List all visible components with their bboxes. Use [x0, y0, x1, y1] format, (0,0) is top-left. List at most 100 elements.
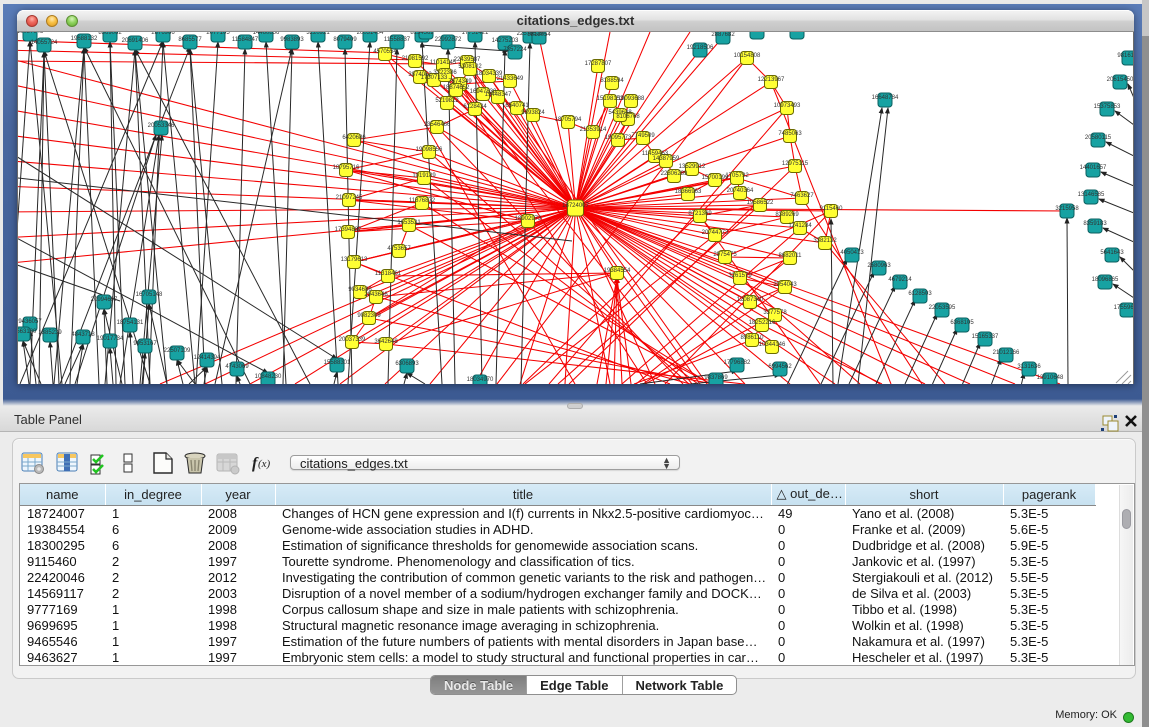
svg-text:(x): (x) — [258, 458, 271, 470]
svg-text:1653531: 1653531 — [397, 220, 421, 226]
svg-text:19218506: 19218506 — [687, 45, 714, 51]
svg-text:20740364: 20740364 — [727, 188, 754, 194]
svg-text:20691406: 20691406 — [122, 38, 149, 44]
svg-text:18366963: 18366963 — [675, 189, 702, 195]
svg-text:19085076: 19085076 — [784, 32, 811, 33]
svg-text:20744773: 20744773 — [702, 230, 729, 236]
svg-text:8079409: 8079409 — [333, 37, 357, 43]
svg-text:11876872: 11876872 — [409, 198, 436, 204]
svg-text:1385239: 1385239 — [38, 330, 62, 336]
svg-text:11558837: 11558837 — [384, 37, 411, 43]
svg-text:4050413: 4050413 — [840, 250, 864, 256]
svg-text:1705792: 1705792 — [725, 173, 749, 179]
svg-text:12087340: 12087340 — [737, 297, 764, 303]
svg-text:19093688: 19093688 — [618, 96, 645, 102]
svg-text:9436057: 9436057 — [18, 319, 42, 325]
svg-text:18795716: 18795716 — [333, 165, 360, 171]
svg-text:15588301: 15588301 — [324, 360, 351, 366]
svg-text:5308102: 5308102 — [458, 64, 482, 70]
svg-text:22992872: 22992872 — [435, 37, 462, 43]
svg-text:8389269: 8389269 — [775, 212, 799, 218]
svg-text:18096865: 18096865 — [1092, 277, 1119, 283]
svg-text:9816145: 9816145 — [1117, 53, 1134, 59]
svg-text:8682011: 8682011 — [779, 253, 803, 259]
svg-text:18754131: 18754131 — [117, 320, 144, 326]
svg-text:8813054: 8813054 — [527, 32, 551, 38]
svg-text:8685577: 8685577 — [178, 37, 202, 43]
svg-text:15375853: 15375853 — [1094, 104, 1121, 110]
svg-text:5439648: 5439648 — [608, 110, 632, 116]
svg-text:13529912: 13529912 — [679, 164, 706, 170]
svg-text:19586522: 19586522 — [747, 200, 774, 206]
svg-text:3220921: 3220921 — [306, 32, 330, 36]
svg-text:11584847: 11584847 — [232, 37, 259, 43]
svg-text:9983893: 9983893 — [280, 37, 304, 43]
svg-text:7463627: 7463627 — [790, 193, 814, 199]
svg-text:9893824: 9893824 — [521, 110, 545, 116]
svg-text:8986110: 8986110 — [741, 335, 765, 341]
svg-text:6368105: 6368105 — [950, 320, 974, 326]
svg-text:21433649: 21433649 — [497, 76, 524, 82]
svg-text:12975115: 12975115 — [782, 161, 809, 167]
svg-text:19384554: 19384554 — [604, 268, 631, 274]
svg-text:9953167: 9953167 — [133, 341, 157, 347]
svg-text:2077105: 2077105 — [206, 32, 230, 36]
svg-text:1019189: 1019189 — [412, 173, 436, 179]
svg-text:6306893: 6306893 — [395, 361, 419, 367]
svg-text:16396513: 16396513 — [413, 32, 440, 33]
svg-text:5219822: 5219822 — [435, 98, 459, 104]
svg-text:16648784: 16648784 — [872, 95, 899, 101]
svg-text:19563180: 19563180 — [17, 329, 37, 335]
svg-text:9837869: 9837869 — [704, 375, 728, 381]
svg-text:18034970: 18034970 — [467, 377, 494, 383]
svg-text:7485063: 7485063 — [778, 131, 802, 137]
svg-text:3131636: 3131636 — [1017, 364, 1041, 370]
svg-text:4679214: 4679214 — [888, 277, 912, 283]
svg-text:2580963: 2580963 — [867, 263, 891, 269]
svg-text:18902973: 18902973 — [515, 216, 542, 222]
svg-text:3377578: 3377578 — [763, 310, 787, 316]
svg-text:10848230: 10848230 — [255, 374, 282, 380]
svg-text:21353914: 21353914 — [580, 127, 607, 133]
svg-text:17559643: 17559643 — [1114, 305, 1134, 311]
svg-text:22053595: 22053595 — [929, 305, 956, 311]
svg-text:18874652: 18874652 — [443, 85, 470, 91]
svg-text:2943646: 2943646 — [364, 292, 388, 298]
svg-text:19688132: 19688132 — [71, 36, 98, 42]
svg-text:13546466: 13546466 — [424, 122, 451, 128]
svg-text:19098556: 19098556 — [416, 147, 443, 153]
svg-text:17394887: 17394887 — [335, 227, 362, 233]
svg-text:10057945: 10057945 — [17, 32, 44, 35]
svg-text:3322386: 3322386 — [433, 70, 457, 76]
svg-text:14275203: 14275203 — [492, 38, 519, 44]
svg-text:14460856: 14460856 — [253, 32, 280, 36]
svg-text:20037339: 20037339 — [339, 337, 366, 343]
svg-text:21097245: 21097245 — [336, 195, 363, 201]
svg-text:4843718: 4843718 — [71, 332, 95, 338]
svg-text:6994562: 6994562 — [768, 364, 792, 370]
svg-text:20615450: 20615450 — [1107, 77, 1134, 83]
svg-text:8188594: 8188594 — [600, 78, 624, 84]
svg-text:22507109: 22507109 — [164, 348, 191, 354]
svg-text:3642648: 3642648 — [374, 339, 398, 345]
svg-text:7749509: 7749509 — [631, 133, 655, 139]
svg-text:21981592: 21981592 — [402, 56, 429, 62]
svg-text:8721369: 8721369 — [688, 211, 712, 217]
svg-text:11318461: 11318461 — [375, 271, 402, 277]
svg-text:13179613: 13179613 — [341, 257, 368, 263]
svg-text:13910648: 13910648 — [1037, 375, 1064, 381]
svg-text:19095773: 19095773 — [605, 135, 632, 141]
svg-text:19836388: 19836388 — [744, 32, 771, 33]
svg-text:20994697: 20994697 — [91, 297, 118, 303]
svg-text:2876966: 2876966 — [151, 32, 175, 36]
svg-text:3215958: 3215958 — [1055, 206, 1079, 212]
svg-text:6128434: 6128434 — [463, 104, 487, 110]
svg-text:10344146: 10344146 — [759, 342, 786, 348]
svg-text:6128503: 6128503 — [908, 291, 932, 297]
svg-text:17287807: 17287807 — [585, 61, 612, 67]
svg-text:19448347: 19448347 — [485, 92, 512, 98]
svg-text:4570554: 4570554 — [373, 49, 397, 55]
svg-text:19017734: 19017734 — [97, 336, 124, 342]
svg-text:14387959: 14387959 — [653, 156, 680, 162]
svg-text:16705148: 16705148 — [136, 292, 163, 298]
